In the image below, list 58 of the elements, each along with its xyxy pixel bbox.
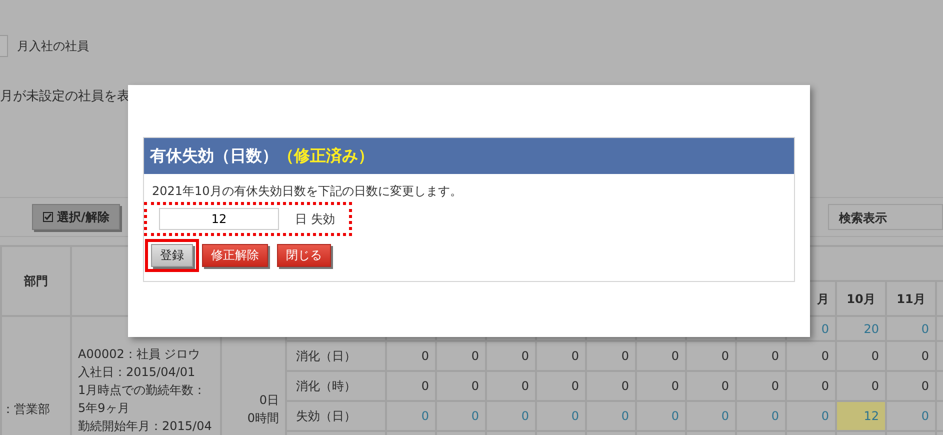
table-cell: 0 — [786, 371, 836, 401]
table-cell[interactable]: 0 — [686, 401, 736, 431]
month-header: 11月 — [886, 281, 936, 316]
table-cell: 0 — [786, 341, 836, 371]
month-header: 10月 — [836, 281, 886, 316]
table-cell[interactable]: 0 — [886, 316, 936, 341]
table-cell[interactable]: 0 — [536, 401, 586, 431]
table-cell[interactable]: 0 — [636, 401, 686, 431]
table-cell: 0 — [586, 341, 636, 371]
display-select[interactable]: 検索表示 — [828, 204, 943, 230]
action-button[interactable]: 修正解除 — [202, 244, 268, 267]
row-label: 消化（時） — [295, 379, 356, 393]
table-cell: 0 — [886, 371, 936, 401]
table-cell: 0 — [736, 341, 786, 371]
select-toggle-button[interactable]: 選択/解除 — [32, 204, 120, 230]
table-cell: 0 — [386, 371, 436, 401]
table-cell: 0 — [486, 371, 536, 401]
table-cell[interactable]: 0 — [386, 401, 436, 431]
days-input[interactable]: 12 — [159, 208, 279, 230]
column-header: 部門 — [1, 246, 71, 316]
department-text: ：営業部 — [2, 402, 50, 416]
register-button[interactable]: 登録 — [151, 244, 193, 267]
table-cell[interactable]: 0 — [886, 401, 936, 431]
table-cell: 0 — [436, 341, 486, 371]
employee-info-line: A00002：社員 ジロウ — [78, 346, 202, 363]
table-cell[interactable]: 20 — [836, 316, 886, 341]
table-cell: 0 — [686, 371, 736, 401]
table-cell[interactable]: 12 — [836, 401, 886, 431]
table-cell[interactable]: 0 — [586, 401, 636, 431]
employee-info-line: 入社日：2015/04/01 — [78, 364, 196, 381]
table-cell[interactable]: 0 — [486, 401, 536, 431]
table-cell: 0 — [636, 371, 686, 401]
table-cell: 0 — [886, 341, 936, 371]
table-cell: 0 — [836, 341, 886, 371]
balance-text: 0日 — [258, 392, 279, 408]
row-label: 消化（日） — [295, 349, 356, 363]
row-label: 失効（日） — [295, 409, 356, 423]
dialog-message: 2021年10月の有休失効日数を下記の日数に変更します。 — [152, 183, 463, 200]
dialog-title: 有休失効（日数）（修正済み） — [144, 138, 794, 174]
table-cell: 0 — [386, 341, 436, 371]
table-cell: 0 — [636, 341, 686, 371]
table-cell: 0 — [686, 341, 736, 371]
balance-text: 0時間 — [246, 410, 279, 426]
table-cell: 0 — [586, 371, 636, 401]
table-cell: 0 — [736, 371, 786, 401]
employee-info-line: 5年9ヶ月 — [78, 400, 130, 417]
table-cell: 0 — [536, 341, 586, 371]
table-cell: 0 — [436, 371, 486, 401]
action-button[interactable]: 閉じる — [277, 244, 331, 267]
employee-info-line: 1月時点での勤続年数： — [78, 382, 207, 399]
table-cell[interactable]: 0 — [736, 401, 786, 431]
table-cell[interactable]: 0 — [436, 401, 486, 431]
table-cell: 0 — [536, 371, 586, 401]
employee-info-line: 勤続開始年月：2015/04 — [78, 418, 213, 435]
table-cell: 0 — [486, 341, 536, 371]
unit-label: 日 失効 — [295, 211, 335, 228]
checkbox-icon — [43, 212, 53, 222]
checkbox-label: 月入社の社員 — [17, 38, 89, 55]
